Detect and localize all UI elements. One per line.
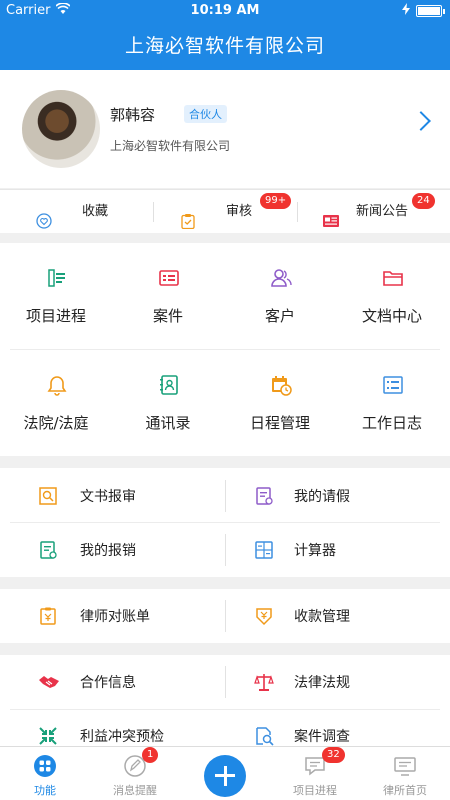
list-label: 案件调查 bbox=[294, 729, 350, 745]
favorites-button[interactable]: 收藏 bbox=[0, 190, 150, 234]
charging-icon bbox=[402, 3, 410, 18]
scales-icon bbox=[254, 672, 274, 692]
clipboard-check-icon bbox=[180, 204, 196, 230]
user-company: 上海必智软件有限公司 bbox=[110, 139, 231, 153]
project-progress-icon bbox=[46, 267, 68, 289]
news-badge: 24 bbox=[412, 193, 435, 209]
grid-item-clients[interactable]: 客户 bbox=[224, 243, 336, 349]
tab-project-progress[interactable]: 32 项目进程 bbox=[270, 747, 360, 800]
divider bbox=[225, 666, 226, 698]
tab-label: 消息提醒 bbox=[113, 784, 157, 797]
monitor-icon bbox=[393, 754, 417, 778]
grid-item-project-progress[interactable]: 项目进程 bbox=[0, 243, 112, 349]
tab-label: 项目进程 bbox=[293, 784, 337, 797]
grid-label: 文档中心 bbox=[361, 307, 422, 325]
avatar[interactable] bbox=[22, 90, 100, 168]
payment-icon bbox=[254, 606, 274, 626]
clock: 10:19 AM bbox=[190, 3, 260, 18]
battery-icon bbox=[416, 5, 445, 17]
section-legal: 合作信息 法律法规 利益冲突预检 案件调查 bbox=[0, 655, 450, 746]
divider bbox=[10, 709, 440, 710]
grid-label: 通讯录 bbox=[145, 414, 191, 432]
feature-grid: 项目进程 案件 客户 文档中心 法院/法庭 通讯录 日程管理 工作日志 bbox=[0, 243, 450, 456]
grid-label: 项目进程 bbox=[25, 307, 86, 325]
list-label: 法律法规 bbox=[294, 675, 350, 691]
grid-item-courts[interactable]: 法院/法庭 bbox=[0, 350, 112, 456]
case-folder-icon bbox=[158, 267, 180, 289]
bottom-tab-bar: 功能 1 消息提醒 32 项目进程 律所首页 bbox=[0, 746, 450, 800]
client-people-icon bbox=[270, 267, 292, 289]
project-badge: 32 bbox=[322, 747, 345, 763]
plus-icon[interactable] bbox=[204, 755, 246, 797]
document-folder-icon bbox=[382, 267, 404, 289]
leave-form-icon bbox=[254, 486, 274, 506]
grid-item-cases[interactable]: 案件 bbox=[112, 243, 224, 349]
court-bell-icon bbox=[46, 374, 68, 396]
worklog-list-icon bbox=[382, 374, 404, 396]
calculator-icon bbox=[254, 540, 274, 560]
grid-item-contacts[interactable]: 通讯录 bbox=[112, 350, 224, 456]
grid-item-schedule[interactable]: 日程管理 bbox=[224, 350, 336, 456]
list-label: 计算器 bbox=[294, 543, 336, 559]
grid-label: 工作日志 bbox=[361, 414, 422, 432]
divider bbox=[10, 522, 440, 523]
news-label: 新闻公告 bbox=[356, 204, 409, 219]
news-button[interactable]: 新闻公告 24 bbox=[298, 190, 450, 234]
divider bbox=[225, 480, 226, 512]
tab-functions[interactable]: 功能 bbox=[0, 747, 90, 800]
tab-label: 律所首页 bbox=[383, 784, 427, 797]
grid-label: 客户 bbox=[264, 307, 295, 325]
status-bar: Carrier 10:19 AM bbox=[0, 0, 450, 22]
grid-item-documents[interactable]: 文档中心 bbox=[336, 243, 448, 349]
grid-label: 法院/法庭 bbox=[23, 414, 89, 432]
tab-firm-home[interactable]: 律所首页 bbox=[360, 747, 450, 800]
tab-messages[interactable]: 1 消息提醒 bbox=[90, 747, 180, 800]
role-badge: 合伙人 bbox=[184, 105, 227, 123]
messages-badge: 1 bbox=[142, 747, 159, 763]
profile-card[interactable]: 郭韩容 合伙人 上海必智软件有限公司 bbox=[0, 70, 450, 188]
tab-label: 功能 bbox=[34, 784, 56, 797]
calendar-clock-icon bbox=[270, 374, 292, 396]
grid-apps-icon bbox=[33, 754, 57, 778]
favorites-label: 收藏 bbox=[82, 204, 109, 219]
heart-icon bbox=[36, 204, 52, 229]
quick-actions-bar: 收藏 审核 99+ 新闻公告 24 bbox=[0, 189, 450, 233]
review-badge: 99+ bbox=[260, 193, 292, 209]
chevron-right-icon[interactable] bbox=[411, 111, 431, 131]
grid-item-worklog[interactable]: 工作日志 bbox=[336, 350, 448, 456]
contacts-book-icon bbox=[158, 374, 180, 396]
review-label: 审核 bbox=[226, 204, 253, 219]
grid-label: 日程管理 bbox=[249, 414, 310, 432]
section-finance: 律师对账单 收款管理 bbox=[0, 589, 450, 643]
section-documents: 文书报审 我的请假 我的报销 计算器 bbox=[0, 468, 450, 577]
divider bbox=[225, 534, 226, 566]
list-label: 收款管理 bbox=[294, 609, 350, 625]
divider bbox=[225, 600, 226, 632]
user-name: 郭韩容 bbox=[110, 106, 156, 124]
case-search-icon bbox=[254, 726, 274, 746]
review-button[interactable]: 审核 99+ bbox=[154, 190, 297, 234]
newspaper-icon bbox=[322, 204, 339, 227]
list-label: 我的请假 bbox=[294, 489, 350, 505]
page-title: 上海必智软件有限公司 bbox=[0, 22, 450, 70]
grid-label: 案件 bbox=[152, 307, 183, 325]
